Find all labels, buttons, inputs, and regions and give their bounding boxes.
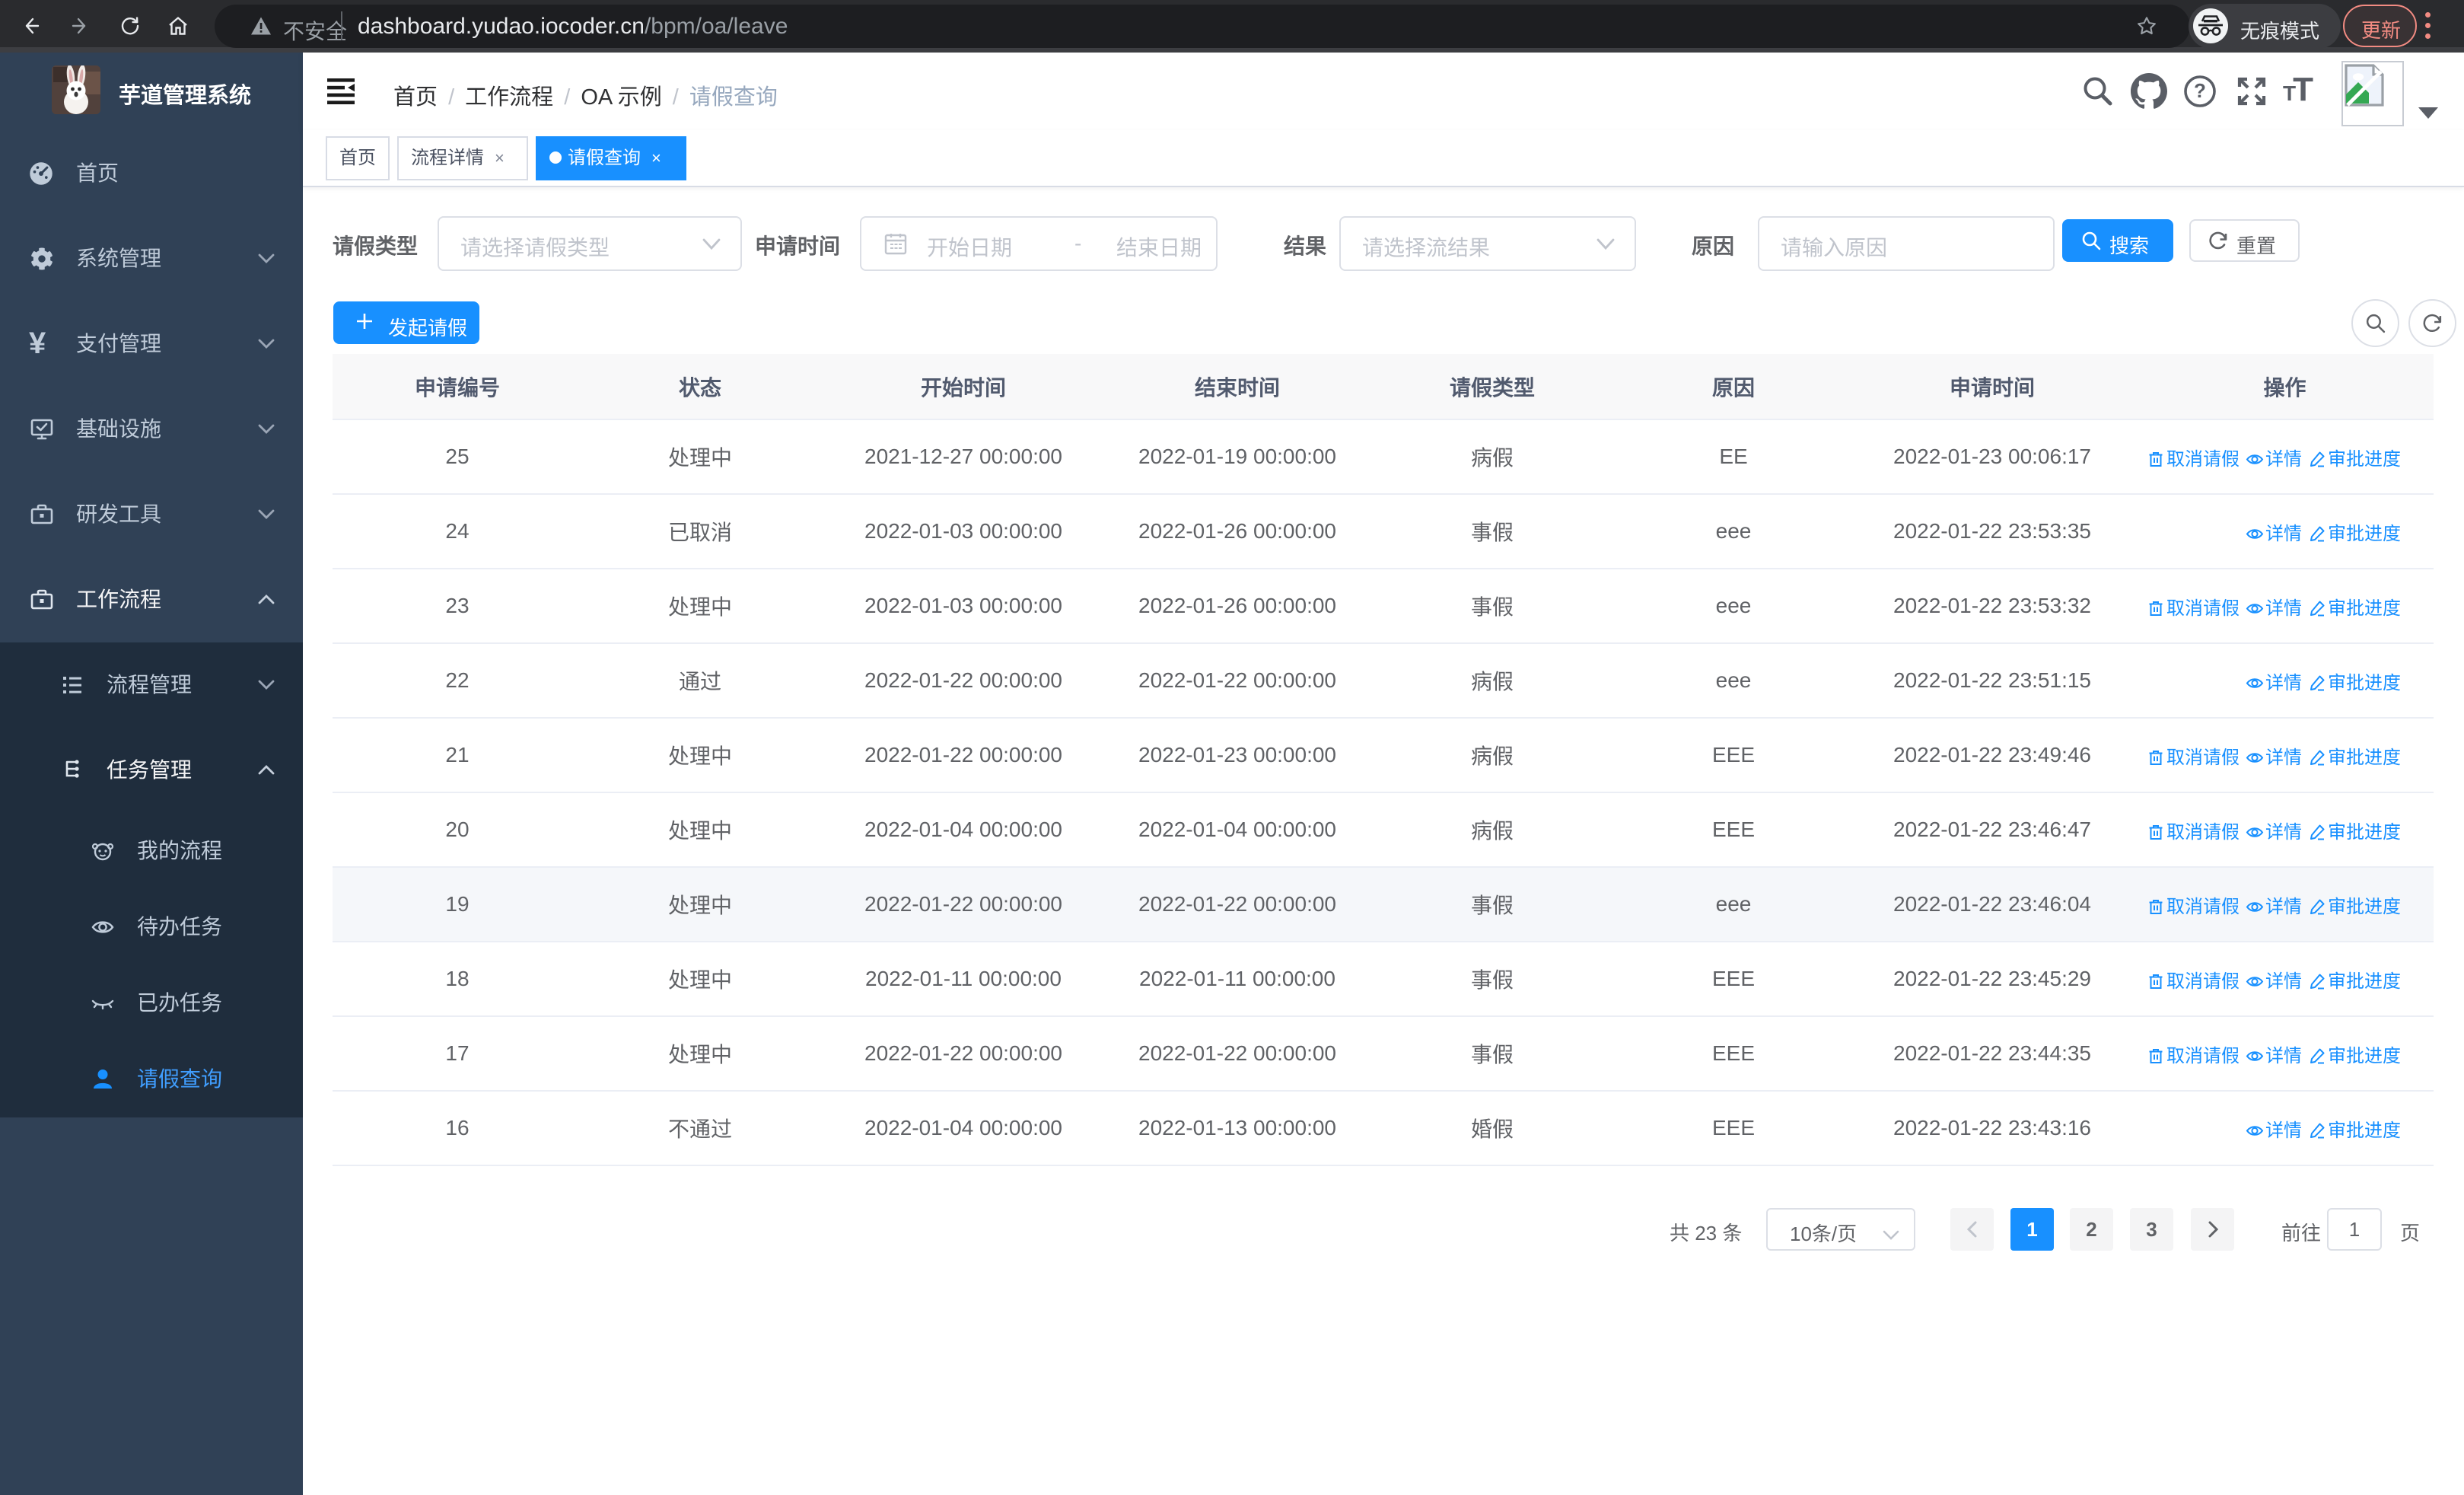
- svg-text:?: ?: [2194, 79, 2206, 102]
